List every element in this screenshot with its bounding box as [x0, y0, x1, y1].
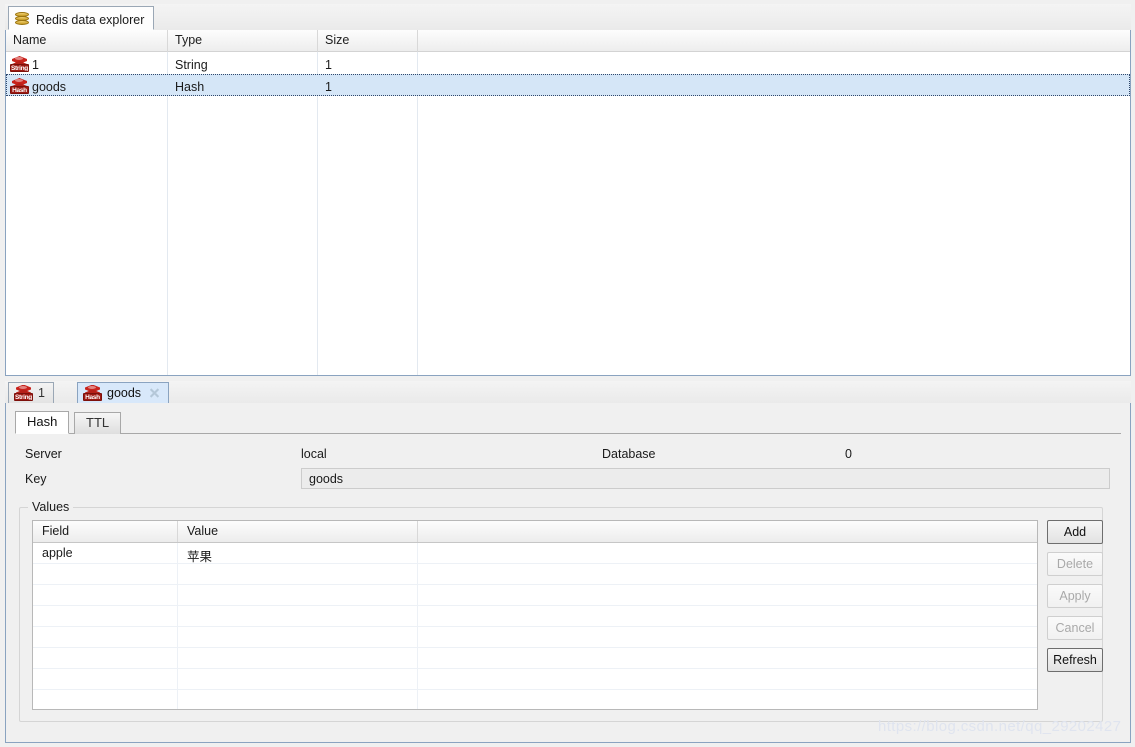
key-name-text: 1 — [32, 57, 39, 72]
table-row[interactable] — [33, 585, 1037, 606]
cell-field — [33, 648, 178, 668]
table-row[interactable]: apple 苹果 — [33, 543, 1037, 564]
cell-field — [33, 585, 178, 605]
cell-value: 苹果 — [178, 543, 418, 563]
database-label: Database — [602, 447, 656, 461]
cell-value — [178, 627, 418, 647]
detail-tab-label: goods — [107, 386, 142, 400]
cell-type: String — [175, 57, 208, 72]
cancel-button[interactable]: Cancel — [1047, 616, 1103, 640]
main-tabstrip: Redis data explorer — [5, 4, 1131, 31]
table-row[interactable] — [33, 564, 1037, 585]
server-value: local — [301, 447, 327, 461]
cell-field — [33, 606, 178, 626]
column-header-filler — [418, 30, 1130, 52]
app-window: Redis data explorer Name Type Size Strin… — [0, 0, 1135, 747]
cell-value — [178, 690, 418, 709]
cell-field — [33, 627, 178, 647]
key-label: Key — [25, 472, 47, 486]
delete-button[interactable]: Delete — [1047, 552, 1103, 576]
column-header-type[interactable]: Type — [168, 30, 318, 52]
sub-tabstrip-divider — [15, 433, 1121, 434]
cell-filler — [418, 690, 1037, 709]
redis-string-icon: String — [14, 384, 33, 402]
detail-tabstrip: String 1 Hash goods — [5, 381, 1131, 404]
close-icon[interactable] — [149, 388, 160, 399]
redis-icon-label: String — [14, 392, 33, 401]
cell-value — [178, 585, 418, 605]
cell-filler — [418, 543, 1037, 563]
detail-tab-goods[interactable]: Hash goods — [77, 382, 170, 403]
detail-sub-tabstrip: Hash TTL — [15, 411, 1130, 434]
table-row[interactable] — [33, 606, 1037, 627]
cell-field — [33, 690, 178, 709]
values-table-body: apple 苹果 — [33, 543, 1037, 709]
tab-label: Redis data explorer — [36, 12, 145, 27]
table-row[interactable] — [33, 648, 1037, 669]
detail-form: Server local Database 0 Key goods — [15, 443, 1121, 493]
database-value: 0 — [845, 447, 852, 461]
values-table[interactable]: Field Value apple 苹果 — [32, 520, 1038, 710]
cell-filler — [418, 669, 1037, 689]
key-table-body: String 1 String 1 Hash goods Hash 1 — [6, 52, 1130, 96]
tab-hash[interactable]: Hash — [15, 411, 70, 434]
cell-field: apple — [33, 543, 178, 563]
cell-value — [178, 669, 418, 689]
form-row-server: Server local Database 0 — [15, 443, 1121, 468]
column-header-filler — [418, 521, 1037, 542]
database-icon — [15, 12, 29, 27]
column-header-name[interactable]: Name — [6, 30, 168, 52]
detail-tab-label: 1 — [38, 386, 45, 400]
table-row[interactable]: Hash goods Hash 1 — [6, 74, 1130, 96]
values-group: Values Field Value apple 苹果 Add Delete A… — [19, 500, 1103, 722]
cell-size: 1 — [325, 79, 332, 94]
cell-type: Hash — [175, 79, 205, 94]
table-row[interactable] — [33, 690, 1037, 709]
cell-filler — [418, 648, 1037, 668]
redis-hash-icon: Hash — [83, 384, 102, 402]
key-name-text: goods — [32, 79, 67, 94]
cell-value — [178, 564, 418, 584]
column-header-field[interactable]: Field — [33, 521, 178, 542]
column-header-value[interactable]: Value — [178, 521, 418, 542]
key-input[interactable]: goods — [301, 468, 1110, 489]
server-label: Server — [25, 447, 62, 461]
cell-field — [33, 669, 178, 689]
tab-ttl[interactable]: TTL — [74, 412, 122, 434]
apply-button[interactable]: Apply — [1047, 584, 1103, 608]
cell-name: Hash goods — [6, 74, 168, 96]
column-header-size[interactable]: Size — [318, 30, 418, 52]
refresh-button[interactable]: Refresh — [1047, 648, 1103, 672]
key-table-header: Name Type Size — [6, 30, 1130, 52]
cell-filler — [418, 564, 1037, 584]
key-explorer-panel: Redis data explorer Name Type Size Strin… — [5, 4, 1131, 376]
tabstrip-background — [5, 4, 1131, 30]
table-row[interactable]: String 1 String 1 — [6, 52, 1130, 74]
cell-filler — [418, 627, 1037, 647]
key-table[interactable]: Name Type Size String 1 String 1 Hash go… — [5, 30, 1131, 376]
key-table-gridlines — [6, 52, 1130, 375]
cell-filler — [418, 606, 1037, 626]
redis-icon-label: String — [10, 64, 29, 72]
values-table-header: Field Value — [33, 521, 1037, 543]
tab-redis-data-explorer[interactable]: Redis data explorer — [8, 6, 155, 30]
table-row[interactable] — [33, 627, 1037, 648]
cell-field — [33, 564, 178, 584]
add-button[interactable]: Add — [1047, 520, 1103, 544]
redis-icon-label: Hash — [83, 392, 102, 401]
values-actions: Add Delete Apply Cancel Refresh — [1047, 520, 1103, 680]
form-row-key: Key goods — [15, 468, 1121, 493]
redis-hash-icon: Hash — [10, 78, 29, 95]
detail-tab-1[interactable]: String 1 — [8, 382, 54, 403]
values-group-title: Values — [28, 500, 74, 514]
cell-value — [178, 648, 418, 668]
table-row[interactable] — [33, 669, 1037, 690]
cell-value — [178, 606, 418, 626]
cell-size: 1 — [325, 57, 332, 72]
cell-name: String 1 — [6, 52, 168, 74]
redis-icon-label: Hash — [10, 86, 29, 94]
cell-filler — [418, 585, 1037, 605]
redis-string-icon: String — [10, 56, 29, 73]
